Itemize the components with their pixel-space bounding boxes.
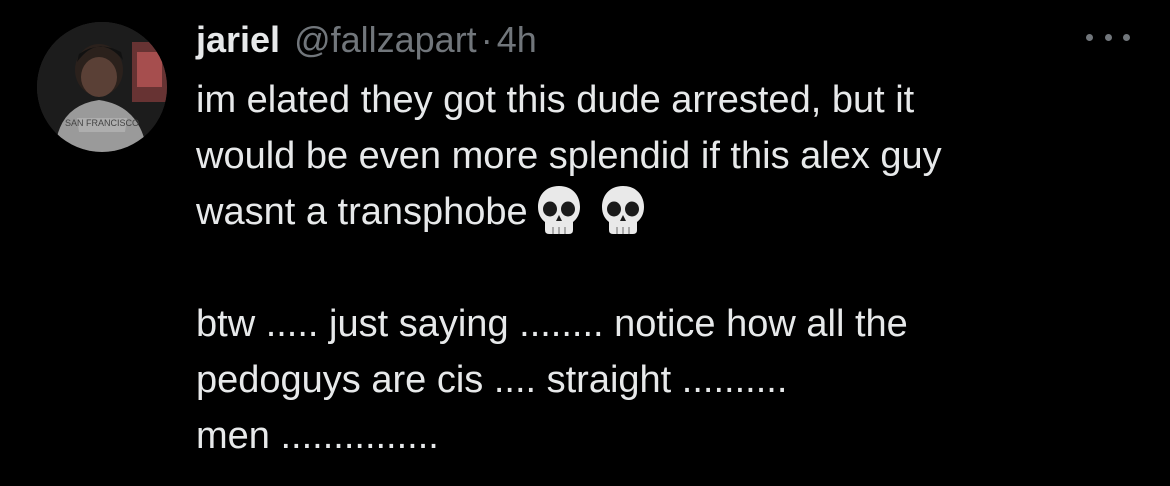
tweet-text-line: men ...............	[196, 415, 439, 457]
tweet-text: im elated they got this dude arrested, b…	[196, 72, 1096, 464]
dot	[1086, 33, 1093, 41]
tweet-text-line: im elated they got this dude arrested, b…	[196, 79, 915, 121]
separator-dot: ·	[480, 19, 493, 60]
display-name[interactable]: jariel	[196, 14, 280, 66]
timestamp[interactable]: 4h	[497, 14, 537, 66]
tweet-text-line: pedoguys are cis .... straight .........…	[196, 359, 788, 401]
tweet-content: jariel @fallzapart · 4h im elated they g…	[196, 14, 1096, 464]
avatar-image: SAN FRANCISCO	[37, 22, 167, 152]
more-options-icon[interactable]	[1086, 22, 1130, 52]
tweet-text-line: btw ..... just saying ........ notice ho…	[196, 303, 908, 345]
dot	[1104, 33, 1112, 41]
avatar[interactable]: SAN FRANCISCO	[37, 22, 167, 152]
tweet-text-line-with-emoji: wasnt a transphobe	[196, 184, 1096, 240]
tweet-text-line: wasnt a transphobe	[196, 191, 528, 233]
avatar-shirt-text: SAN FRANCISCO	[65, 118, 139, 128]
dot	[1123, 33, 1130, 41]
skull-emoji-icon	[601, 185, 644, 234]
tweet-header: jariel @fallzapart · 4h	[196, 14, 1096, 66]
tweet-text-line: would be even more splendid if this alex…	[196, 135, 942, 177]
handle[interactable]: @fallzapart	[294, 14, 477, 66]
skull-emoji-icon	[537, 185, 580, 234]
tweet[interactable]: SAN FRANCISCO jariel @fallzapart · 4h im…	[0, 0, 1170, 486]
